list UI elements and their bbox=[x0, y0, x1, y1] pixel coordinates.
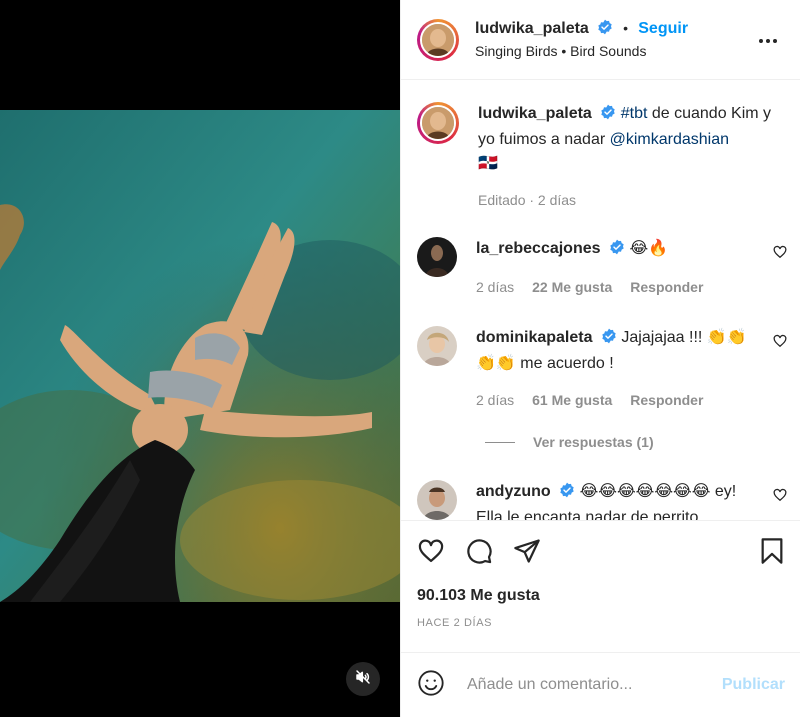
comment-item: dominikapaleta Jajajajaa !!! 👏👏👏👏 me acu… bbox=[417, 326, 787, 411]
post-side-panel: ludwika_paleta • Seguir Singing Birds • … bbox=[400, 0, 800, 717]
view-replies-button[interactable]: Ver respuestas (1) bbox=[485, 434, 654, 450]
commenter-avatar[interactable] bbox=[417, 326, 457, 366]
caption-author-avatar[interactable] bbox=[417, 102, 459, 144]
comment-input[interactable] bbox=[467, 676, 722, 694]
video-frame[interactable] bbox=[0, 110, 400, 602]
header-separator: • bbox=[623, 20, 629, 37]
verified-badge-icon bbox=[609, 239, 625, 263]
follow-button[interactable]: Seguir bbox=[638, 20, 688, 37]
verified-badge-icon bbox=[600, 104, 616, 128]
comment-like-heart-icon[interactable] bbox=[773, 334, 787, 352]
verified-badge-icon bbox=[597, 19, 613, 41]
view-replies-label: Ver respuestas (1) bbox=[533, 434, 654, 450]
replies-divider bbox=[485, 441, 515, 443]
comment-like-heart-icon[interactable] bbox=[773, 245, 787, 263]
commenter-avatar[interactable] bbox=[417, 237, 457, 277]
comment-button[interactable] bbox=[465, 536, 499, 570]
comment-username[interactable]: dominikapaleta bbox=[476, 329, 592, 346]
post-header: ludwika_paleta • Seguir Singing Birds • … bbox=[401, 0, 800, 80]
emoji-icon bbox=[417, 669, 445, 701]
caption-hashtag-link[interactable]: #tbt bbox=[621, 105, 648, 122]
verified-badge-icon bbox=[601, 328, 617, 352]
reply-button[interactable]: Responder bbox=[630, 390, 703, 411]
comments-list[interactable]: ludwika_paleta #tbt de cuando Kim y yo f… bbox=[401, 80, 800, 520]
more-options-button[interactable] bbox=[752, 24, 784, 56]
comment-time[interactable]: 2 días bbox=[476, 390, 514, 411]
comment-username[interactable]: andyzuno bbox=[476, 483, 551, 500]
flag-emoji: 🇩🇴 bbox=[478, 155, 498, 172]
likes-count[interactable]: 90.103 Me gusta bbox=[417, 587, 785, 605]
more-options-icon bbox=[758, 31, 778, 48]
comment-likes[interactable]: 61 Me gusta bbox=[532, 390, 612, 411]
post-time-ago[interactable]: HACE 2 DÍAS bbox=[417, 617, 785, 629]
muted-speaker-icon bbox=[355, 669, 371, 689]
author-username[interactable]: ludwika_paleta bbox=[475, 20, 589, 37]
paper-plane-icon bbox=[513, 537, 541, 569]
save-button[interactable] bbox=[751, 536, 785, 570]
comment-item: la_rebeccajones 😂🔥 2 días 22 Me gusta Re… bbox=[417, 237, 787, 298]
share-button[interactable] bbox=[513, 536, 547, 570]
mute-toggle-button[interactable] bbox=[346, 662, 380, 696]
post-actions: 90.103 Me gusta HACE 2 DÍAS bbox=[401, 520, 800, 652]
caption-edited-time: Editado · 2 días bbox=[478, 192, 577, 208]
comment-username[interactable]: la_rebeccajones bbox=[476, 240, 601, 257]
caption-mention-link[interactable]: @kimkardashian bbox=[610, 131, 729, 148]
post-media[interactable] bbox=[0, 0, 400, 717]
post-caption: ludwika_paleta #tbt de cuando Kim y yo f… bbox=[417, 102, 787, 211]
author-avatar[interactable] bbox=[417, 18, 459, 61]
reply-button[interactable]: Responder bbox=[630, 277, 703, 298]
commenter-avatar[interactable] bbox=[417, 480, 457, 520]
caption-username[interactable]: ludwika_paleta bbox=[478, 105, 592, 122]
heart-icon bbox=[417, 537, 445, 569]
add-comment-bar: Publicar bbox=[401, 652, 800, 717]
instagram-post: ludwika_paleta • Seguir Singing Birds • … bbox=[0, 0, 800, 717]
verified-badge-icon bbox=[559, 482, 575, 506]
emoji-picker-button[interactable] bbox=[417, 669, 449, 701]
comment-like-heart-icon[interactable] bbox=[773, 488, 787, 506]
comment-likes[interactable]: 22 Me gusta bbox=[532, 277, 612, 298]
comment-icon bbox=[465, 537, 493, 569]
swimming-scene-image bbox=[0, 110, 400, 602]
audio-track-link[interactable]: Singing Birds • Bird Sounds bbox=[475, 42, 752, 61]
publish-button[interactable]: Publicar bbox=[722, 676, 785, 694]
bookmark-icon bbox=[759, 537, 785, 569]
comment-text: 😂🔥 bbox=[629, 240, 669, 257]
comment-time[interactable]: 2 días bbox=[476, 277, 514, 298]
comment-item: andyzuno 😂😂😂😂😂😂😂 ey! Ella le encanta nad… bbox=[417, 480, 787, 520]
like-button[interactable] bbox=[417, 536, 451, 570]
